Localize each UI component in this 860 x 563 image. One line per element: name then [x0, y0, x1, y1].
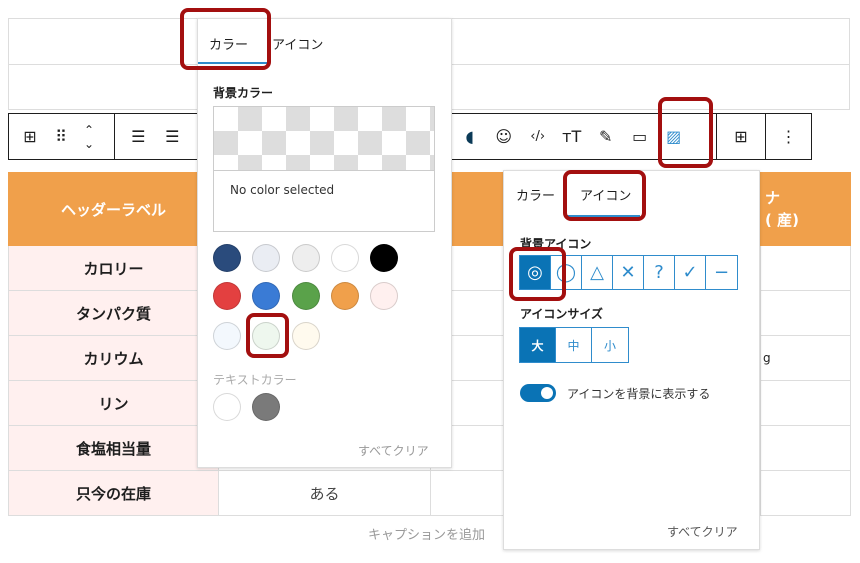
text-color-swatch[interactable]	[252, 393, 280, 421]
highlight-box	[509, 247, 566, 301]
table-cell[interactable]	[760, 245, 851, 291]
justify-icon[interactable]: ☰	[155, 114, 189, 159]
row-label[interactable]: 食塩相当量	[8, 425, 219, 471]
size-medium[interactable]: 中	[556, 328, 592, 362]
table-cell[interactable]	[760, 425, 851, 471]
header-text: ナ	[765, 189, 781, 207]
caption-input[interactable]: キャプションを追加	[368, 524, 485, 543]
grid-icon[interactable]: ⊞	[724, 114, 758, 159]
row-label[interactable]: カロリー	[8, 245, 219, 291]
color-swatch[interactable]	[252, 282, 280, 310]
align-icon[interactable]: ☰	[121, 114, 155, 159]
color-swatch[interactable]	[370, 244, 398, 272]
color-swatch[interactable]	[213, 282, 241, 310]
header-cell[interactable]: ヘッダーラベル	[8, 172, 219, 246]
row-label[interactable]: リン	[8, 380, 219, 426]
icon-option-triangle[interactable]: △	[582, 256, 613, 289]
color-preview: No color selected	[213, 106, 435, 232]
color-swatch[interactable]	[292, 244, 320, 272]
no-color-text: No color selected	[230, 183, 335, 197]
toggle-label: アイコンを背景に表示する	[567, 387, 711, 401]
color-swatch[interactable]	[213, 244, 241, 272]
caption-icon[interactable]: ▭	[623, 114, 657, 159]
table-cell[interactable]	[760, 290, 851, 336]
highlight-box	[180, 8, 271, 70]
highlight-box	[246, 313, 289, 358]
clear-all-button[interactable]: すべてクリア	[358, 442, 429, 459]
highlight-box	[658, 97, 713, 168]
table-cell[interactable]: ある	[218, 470, 431, 516]
header-cell[interactable]: ナ ( 産)	[760, 172, 851, 246]
icon-size-group: 大 中 小	[519, 327, 629, 363]
row-label[interactable]: 只今の在庫	[8, 470, 219, 516]
drag-handle-icon[interactable]: ⠿	[47, 114, 75, 159]
transparent-checkerboard	[214, 107, 434, 171]
color-swatch[interactable]	[331, 244, 359, 272]
size-large[interactable]: 大	[520, 328, 556, 362]
color-swatch[interactable]	[331, 282, 359, 310]
icon-option-check[interactable]: ✓	[675, 256, 706, 289]
show-icon-toggle[interactable]	[520, 384, 556, 402]
bg-color-label: 背景カラー	[213, 86, 274, 100]
icon-size-label: アイコンサイズ	[520, 307, 604, 321]
color-swatch[interactable]	[292, 322, 320, 350]
ink-icon[interactable]: ◖	[453, 114, 487, 159]
row-label[interactable]: カリウム	[8, 335, 219, 381]
color-swatch[interactable]	[370, 282, 398, 310]
table-cell[interactable]	[760, 470, 851, 516]
highlighter-icon[interactable]: ✎	[589, 114, 623, 159]
text-size-icon[interactable]: тT	[555, 114, 589, 159]
text-color-swatch[interactable]	[213, 393, 241, 421]
color-swatch[interactable]	[292, 282, 320, 310]
header-text: ( 産)	[765, 211, 799, 229]
code-icon[interactable]: ‹/›	[521, 114, 555, 159]
more-options-icon[interactable]: ⋮	[766, 114, 811, 159]
move-up-down-icon[interactable]: ⌃ ⌄	[75, 114, 103, 159]
icon-option-dash[interactable]: −	[706, 256, 737, 289]
text-color-label: テキストカラー	[213, 373, 297, 387]
emoji-icon[interactable]: ☺	[487, 114, 521, 159]
table-cell[interactable]	[760, 380, 851, 426]
row-label[interactable]: タンパク質	[8, 290, 219, 336]
tab-color[interactable]: カラー	[516, 185, 555, 204]
color-swatch[interactable]	[213, 322, 241, 350]
tab-icon[interactable]: アイコン	[272, 34, 323, 53]
highlight-box	[563, 170, 646, 221]
size-small[interactable]: 小	[592, 328, 628, 362]
color-swatch[interactable]	[252, 244, 280, 272]
table-icon[interactable]: ⊞	[13, 114, 47, 159]
icon-option-cross[interactable]: ✕	[613, 256, 644, 289]
icon-option-question[interactable]: ?	[644, 256, 675, 289]
toggle-knob	[541, 387, 553, 399]
table-cell[interactable]: g	[760, 335, 851, 381]
clear-all-button[interactable]: すべてクリア	[667, 523, 738, 540]
